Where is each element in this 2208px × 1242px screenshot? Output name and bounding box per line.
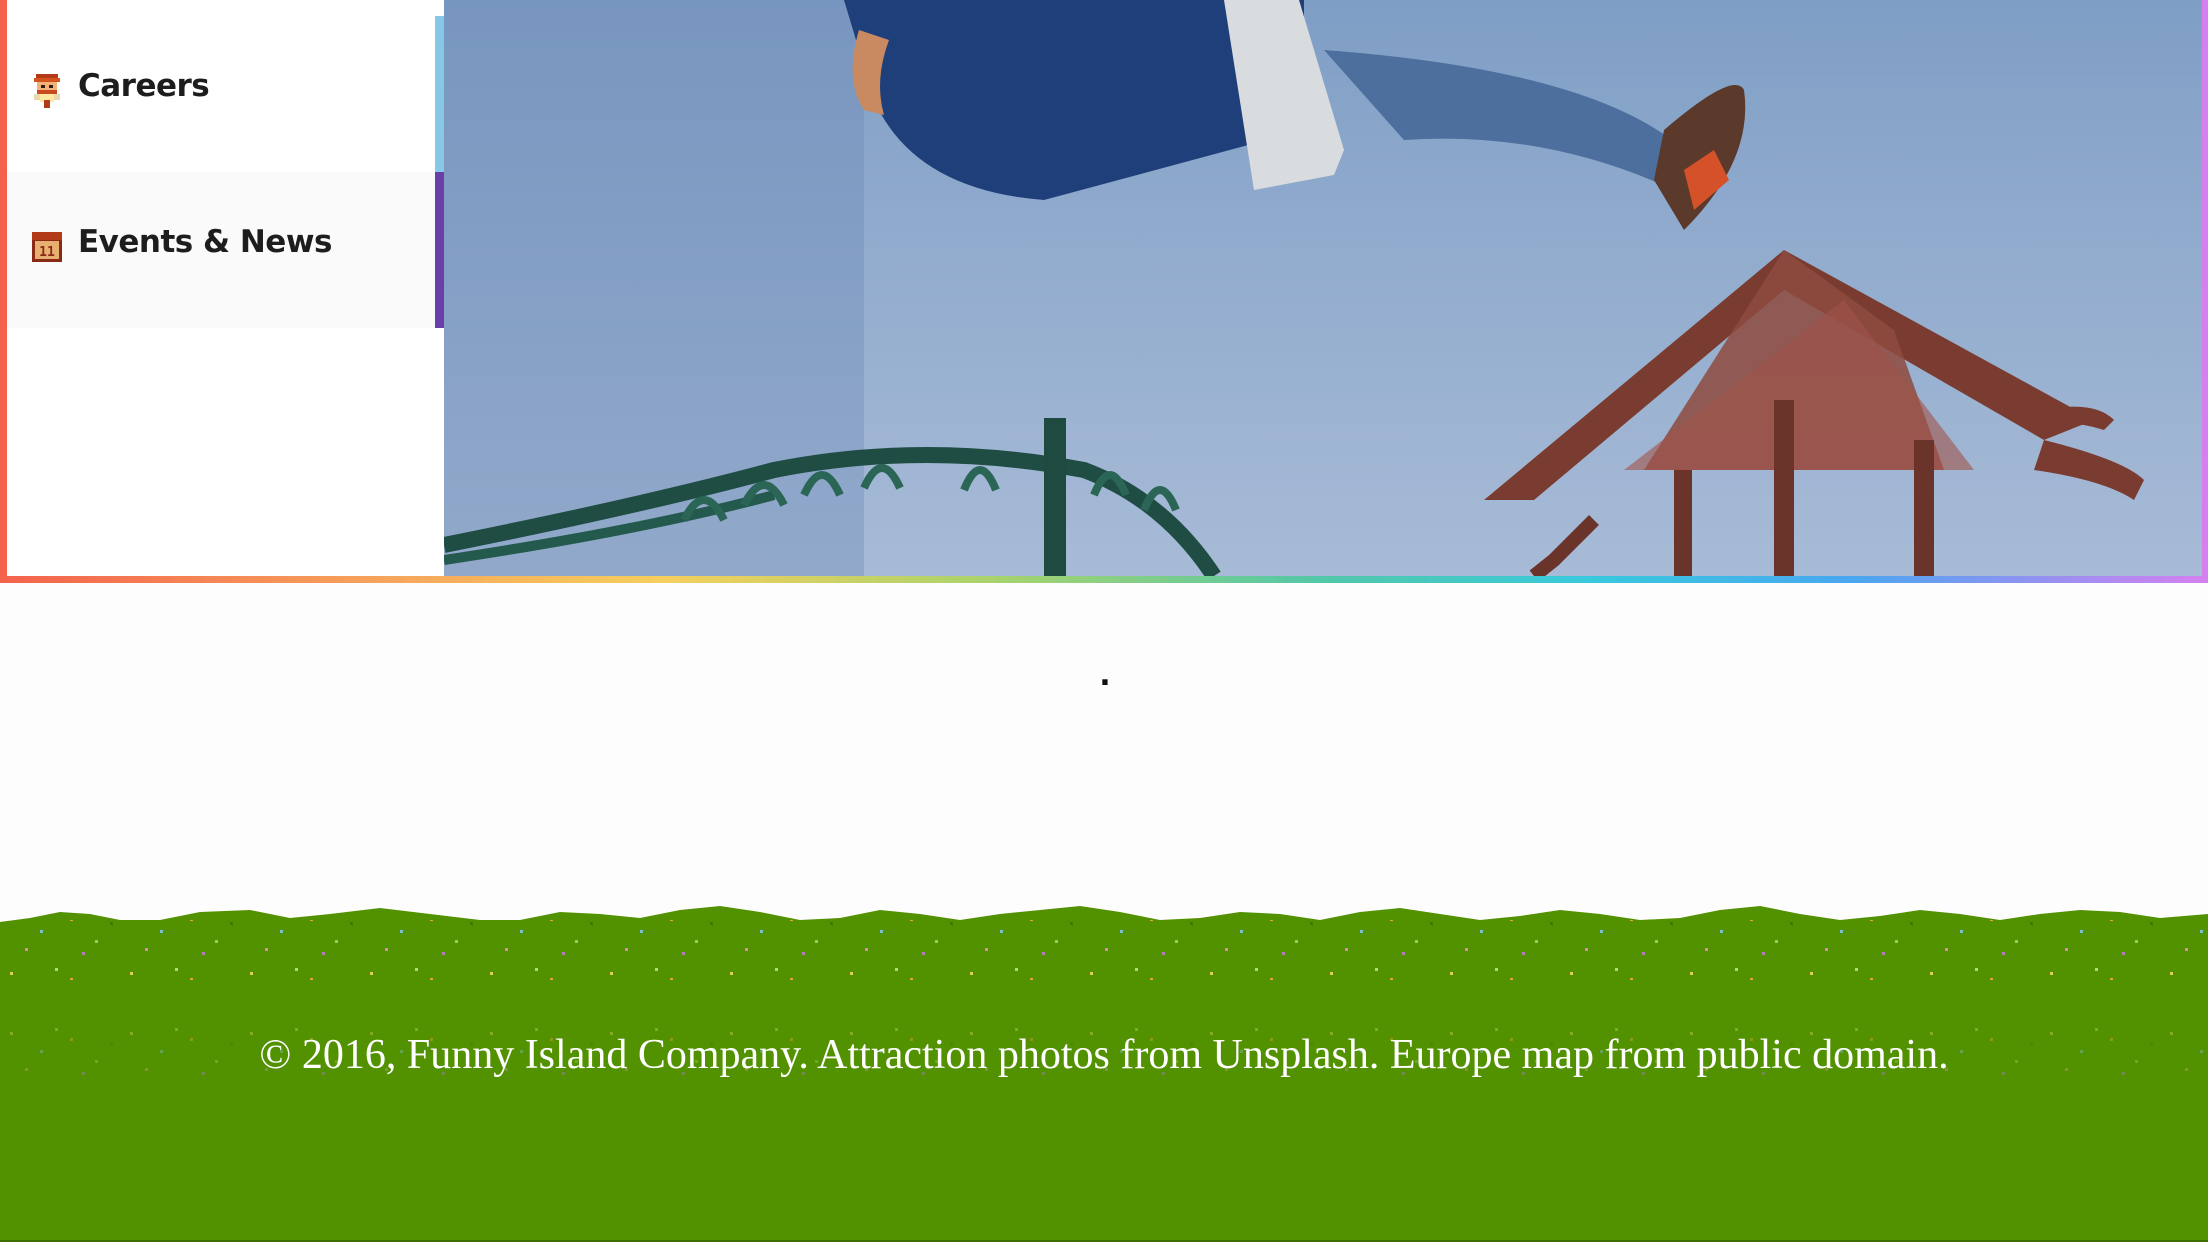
menu-accent-strip: [435, 172, 444, 328]
calendar-icon-number: 11: [39, 245, 55, 260]
sidebar-item-label: Careers: [78, 68, 210, 104]
sidebar-item-careers[interactable]: Careers: [7, 16, 444, 172]
footer: © 2016, Funny Island Company. Attraction…: [0, 900, 2208, 1242]
right-accent-border: [2202, 0, 2208, 582]
hero-attraction-photo: [444, 0, 2202, 576]
calendar-icon: 11: [30, 228, 64, 266]
menu-accent-strip: [435, 16, 444, 172]
top-section: Careers 11 Events & News: [0, 0, 2208, 583]
content-text: .: [1099, 658, 1111, 693]
copyright-text: © 2016, Funny Island Company. Attraction…: [259, 1032, 1949, 1078]
sidebar-menu: Careers 11 Events & News: [7, 0, 453, 576]
left-accent-border: [0, 0, 7, 582]
sidebar-item-events-news[interactable]: 11 Events & News: [7, 172, 444, 328]
person-icon: [30, 72, 64, 110]
sidebar-item-label: Events & News: [78, 224, 332, 260]
rainbow-divider: [0, 576, 2208, 583]
